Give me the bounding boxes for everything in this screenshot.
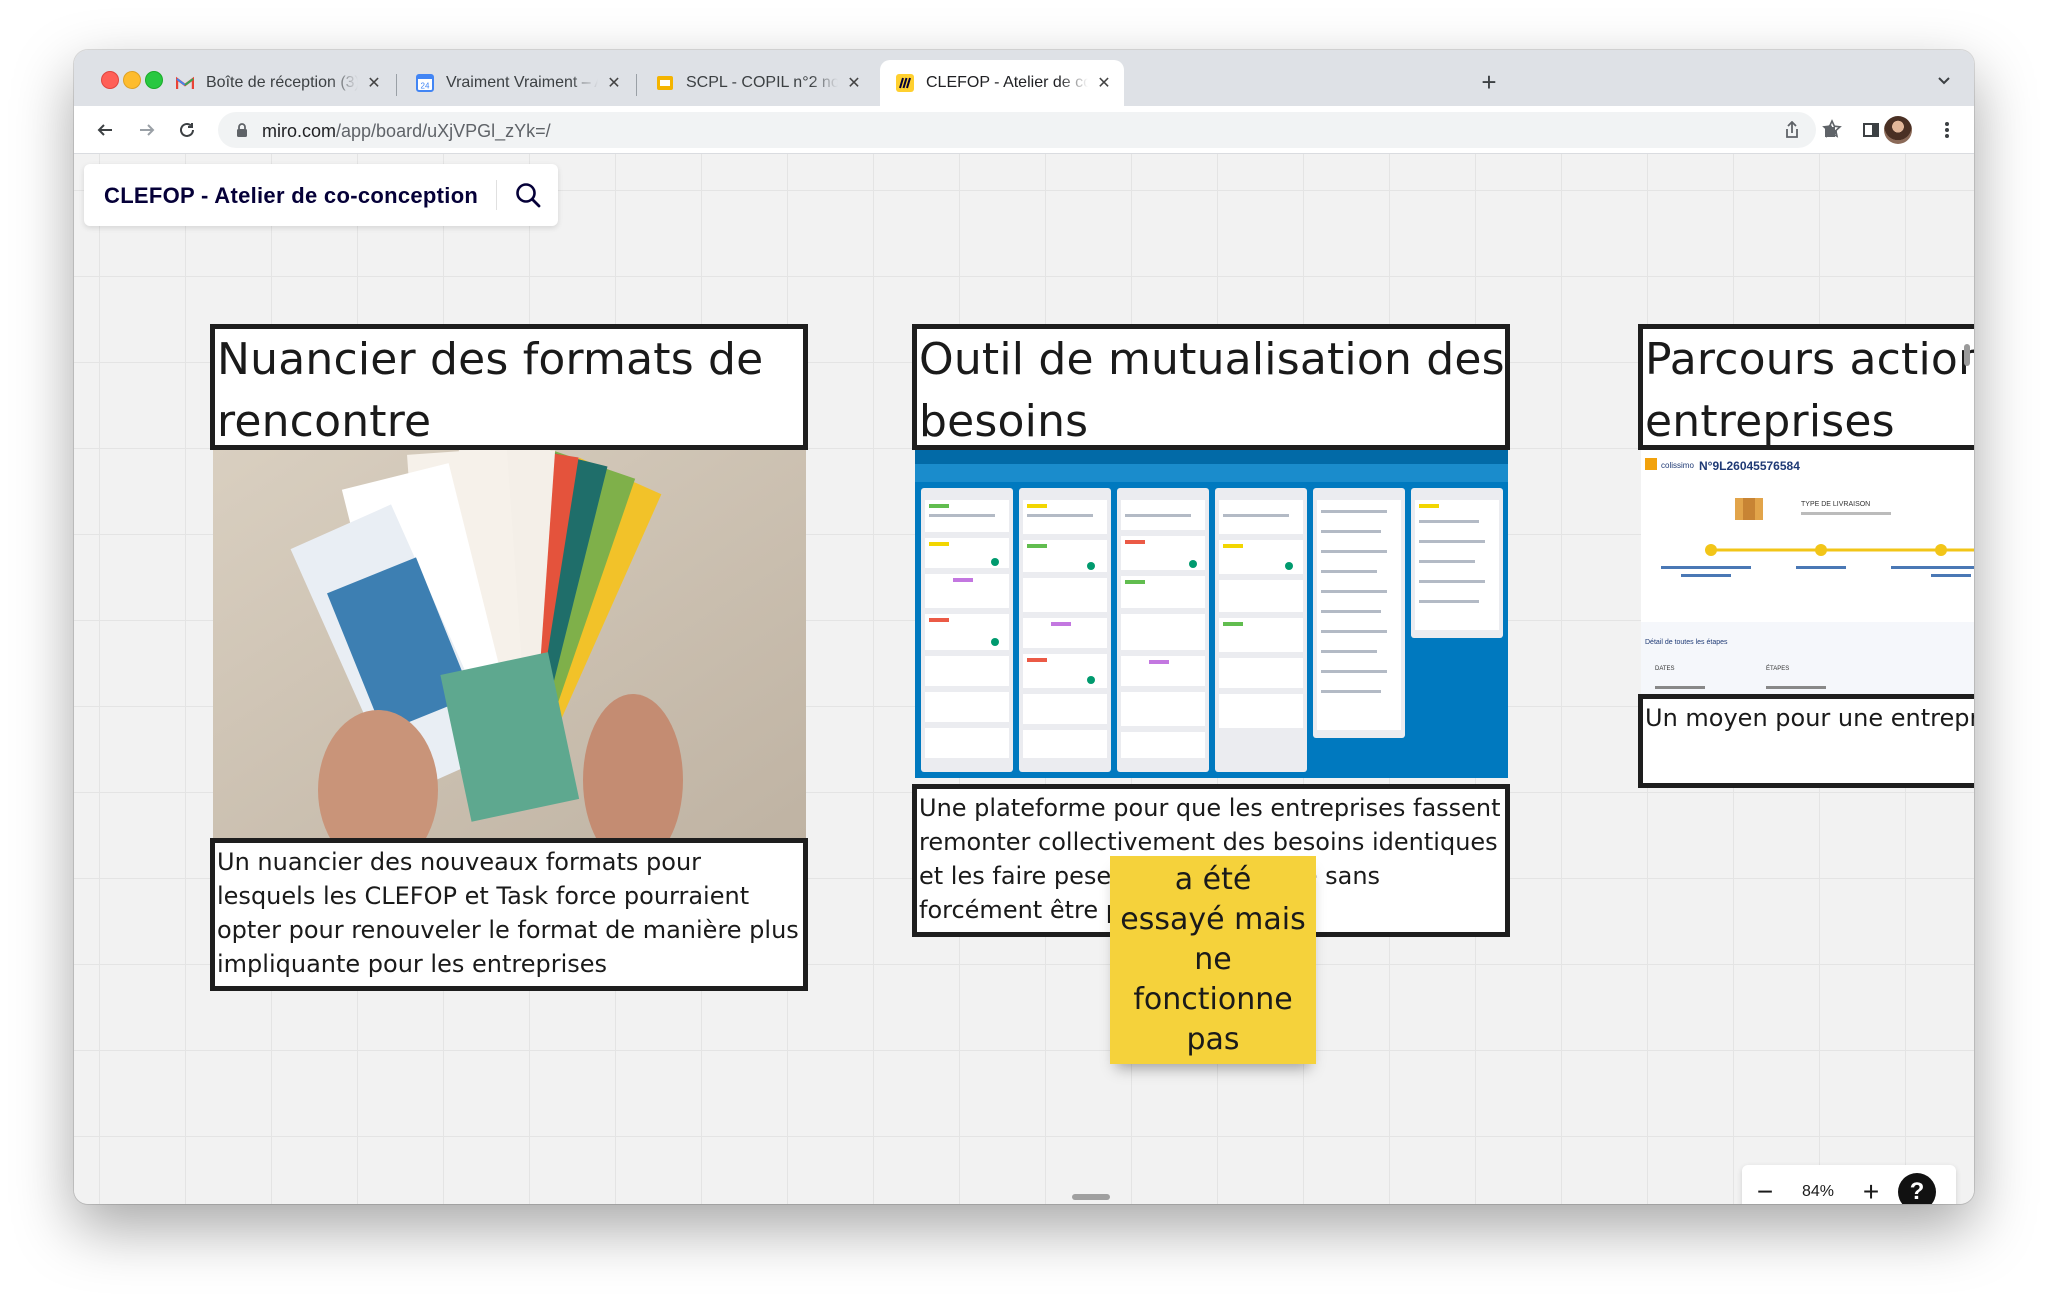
tab-separator xyxy=(636,74,637,96)
tab-agenda[interactable]: 24 Vraiment Vraiment – Agenda - ✕ xyxy=(400,60,634,106)
slides-icon xyxy=(656,74,674,92)
vertical-scrollbar[interactable] xyxy=(1964,344,1970,366)
tab-title: Boîte de réception (3) - camille xyxy=(206,74,358,91)
tab-strip: Boîte de réception (3) - camille ✕ 24 Vr… xyxy=(74,50,1974,106)
frame-title[interactable]: Nuancier des formats de rencontre xyxy=(210,324,808,450)
close-tab-icon[interactable]: ✕ xyxy=(844,73,864,93)
horizontal-scrollbar[interactable] xyxy=(1072,1194,1110,1200)
colissimo-brand: colissimo xyxy=(1661,461,1694,470)
help-icon[interactable]: ? xyxy=(1898,1173,1936,1204)
search-icon[interactable] xyxy=(514,181,542,214)
zoom-level[interactable]: 84% xyxy=(1788,1183,1848,1201)
gmail-icon xyxy=(176,74,194,92)
board-title-panel: CLEFOP - Atelier de co-conception xyxy=(84,164,558,226)
close-tab-icon[interactable]: ✕ xyxy=(604,73,624,93)
card-photo-hand-holding-brochures[interactable] xyxy=(213,450,806,838)
miro-board-canvas[interactable]: CLEFOP - Atelier de co-conception Nuanci… xyxy=(74,154,1974,1204)
back-icon[interactable] xyxy=(94,119,116,141)
dates-column-label: DATES xyxy=(1655,666,1675,672)
url-path: /app/board/uXjVPGl_zYk=/ xyxy=(336,121,551,141)
minimize-window-button[interactable] xyxy=(123,71,141,89)
tab-separator xyxy=(396,74,397,96)
profile-avatar[interactable] xyxy=(1884,116,1912,144)
zoom-in-button[interactable]: + xyxy=(1848,1165,1894,1204)
calendar-icon: 24 xyxy=(416,74,434,92)
tab-title: SCPL - COPIL n°2 nouvelles pi xyxy=(686,74,838,91)
url-host: miro.com xyxy=(262,121,337,141)
svg-text:24: 24 xyxy=(421,82,430,91)
address-bar[interactable]: miro.com/app/board/uXjVPGl_zYk=/ xyxy=(218,112,1842,148)
zoom-controls: − 84% + ? xyxy=(1742,1165,1956,1204)
tab-miro-active[interactable]: CLEFOP - Atelier de co-concep ✕ xyxy=(880,60,1124,106)
lock-icon[interactable] xyxy=(236,123,248,143)
delivery-type-label: TYPE DE LIVRAISON xyxy=(1801,501,1870,508)
frame-description[interactable]: Un moyen pour une entreprise d'une actio… xyxy=(1638,694,1974,788)
browser-toolbar: miro.com/app/board/uXjVPGl_zYk=/ xyxy=(74,106,1974,154)
url-text: miro.com/app/board/uXjVPGl_zYk=/ xyxy=(262,121,551,142)
tracking-number: N°9L26045576584 xyxy=(1699,459,1800,473)
divider xyxy=(496,180,497,210)
steps-detail-label: Détail de toutes les étapes xyxy=(1645,639,1728,646)
sticky-note[interactable]: a été essayé mais ne fonctionne pas xyxy=(1110,856,1316,1064)
close-tab-icon[interactable]: ✕ xyxy=(364,73,384,93)
card-screenshot-colissimo-tracking[interactable]: colissimo N°9L26045576584 TYPE DE LIVRAI… xyxy=(1641,450,1974,694)
close-window-button[interactable] xyxy=(101,71,119,89)
share-icon[interactable] xyxy=(1782,120,1802,140)
tab-search-chevron-icon[interactable] xyxy=(1936,72,1952,88)
board-title[interactable]: CLEFOP - Atelier de co-conception xyxy=(104,183,478,209)
browser-window: Boîte de réception (3) - camille ✕ 24 Vr… xyxy=(74,50,1974,1204)
card-screenshot-trello-board[interactable] xyxy=(915,450,1508,778)
side-panel-icon[interactable] xyxy=(1860,119,1882,141)
tab-slides[interactable]: SCPL - COPIL n°2 nouvelles pi ✕ xyxy=(640,60,874,106)
miro-icon xyxy=(896,74,914,92)
extensions-puzzle-icon[interactable] xyxy=(1820,119,1842,141)
reload-icon[interactable] xyxy=(176,119,198,141)
tab-title: CLEFOP - Atelier de co-concep xyxy=(926,74,1088,91)
forward-icon[interactable] xyxy=(136,119,158,141)
close-tab-icon[interactable]: ✕ xyxy=(1094,73,1114,93)
frame-title[interactable]: Parcours action entreprises xyxy=(1638,324,1974,450)
more-vert-icon[interactable] xyxy=(1936,119,1958,141)
new-tab-button[interactable]: + xyxy=(1474,68,1504,98)
frame-description[interactable]: Un nuancier des nouveaux formats pour le… xyxy=(210,838,808,991)
tab-gmail[interactable]: Boîte de réception (3) - camille ✕ xyxy=(160,60,394,106)
steps-column-label: ÉTAPES xyxy=(1766,665,1789,672)
zoom-out-button[interactable]: − xyxy=(1742,1165,1788,1204)
tab-title: Vraiment Vraiment – Agenda - xyxy=(446,74,598,91)
frame-title[interactable]: Outil de mutualisation des besoins xyxy=(912,324,1510,450)
